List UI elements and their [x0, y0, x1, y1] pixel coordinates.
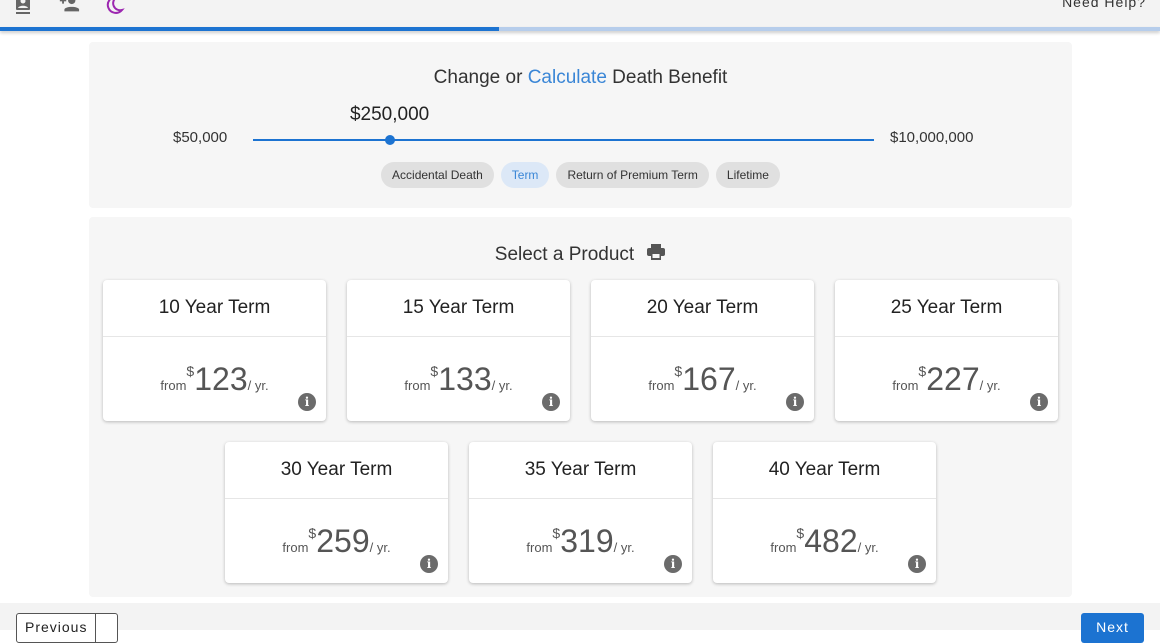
product-card[interactable]: 40 Year Term from $482/ yr. i	[713, 442, 936, 583]
title-prefix: Change or	[433, 67, 528, 88]
select-product-panel: Select a Product 10 Year Term from $123/ y…	[89, 217, 1072, 597]
product-row: 10 Year Term from $123/ yr. i 15 Year Term fr…	[89, 280, 1072, 421]
product-name: 40 Year Term	[713, 442, 936, 499]
progress-fill	[0, 27, 499, 31]
info-icon[interactable]: i	[542, 393, 560, 411]
product-price: from $482/ yr.	[713, 499, 936, 583]
slider-min-label: $50,000	[173, 129, 228, 146]
chip-accidental-death[interactable]: Accidental Death	[381, 162, 494, 188]
slider-value-label: $250,000	[349, 104, 430, 125]
price-amount: 133	[438, 361, 492, 397]
price-amount: 167	[682, 361, 736, 397]
product-price: from $167/ yr.	[591, 337, 814, 421]
from-label: from	[282, 540, 309, 555]
per-year-label: / yr.	[491, 378, 513, 393]
slider-thumb[interactable]	[384, 135, 395, 145]
from-label: from	[770, 540, 797, 555]
calculate-link[interactable]: Calculate	[528, 67, 607, 88]
info-icon[interactable]: i	[298, 393, 316, 411]
price-amount: 259	[316, 523, 370, 559]
product-name: 20 Year Term	[591, 280, 814, 337]
product-row: 30 Year Term from $259/ yr. i 35 Year Term fr…	[89, 442, 1072, 583]
product-grid: 10 Year Term from $123/ yr. i 15 Year Term fr…	[89, 280, 1072, 604]
product-price: from $227/ yr.	[835, 337, 1058, 421]
moon-icon[interactable]	[104, 0, 126, 16]
product-name: 35 Year Term	[469, 442, 692, 499]
currency-symbol: $	[918, 363, 927, 379]
per-year-label: / yr.	[247, 378, 269, 393]
product-price: from $133/ yr.	[347, 337, 570, 421]
select-product-title: Select a Product	[494, 244, 635, 265]
per-year-label: / yr.	[735, 378, 757, 393]
next-button[interactable]: Next	[1081, 613, 1144, 643]
product-price: from $123/ yr.	[103, 337, 326, 421]
product-price: from $259/ yr.	[225, 499, 448, 583]
price-amount: 123	[194, 361, 248, 397]
death-benefit-title: Change or Calculate Death Benefit	[89, 67, 1072, 89]
death-benefit-slider[interactable]	[253, 135, 874, 145]
from-label: from	[526, 540, 553, 555]
info-icon[interactable]: i	[420, 555, 438, 573]
previous-label: Previous	[25, 619, 88, 635]
per-year-label: / yr.	[369, 540, 391, 555]
currency-symbol: $	[308, 525, 317, 541]
top-bar: Need Help?	[0, 0, 1160, 27]
chip-return-of-premium-term[interactable]: Return of Premium Term	[556, 162, 709, 188]
currency-symbol: $	[796, 525, 805, 541]
product-name: 25 Year Term	[835, 280, 1058, 337]
chip-lifetime[interactable]: Lifetime	[715, 162, 780, 188]
per-year-label: / yr.	[979, 378, 1001, 393]
progress-bar	[0, 27, 1160, 31]
product-price: from $319/ yr.	[469, 499, 692, 583]
contact-card-icon[interactable]	[12, 0, 34, 16]
product-name: 15 Year Term	[347, 280, 570, 337]
print-icon[interactable]	[646, 243, 666, 267]
previous-dropdown[interactable]	[95, 614, 117, 642]
need-help-link[interactable]: Need Help?	[1062, 0, 1146, 10]
price-amount: 227	[926, 361, 980, 397]
previous-button[interactable]: Previous	[16, 613, 119, 643]
from-label: from	[160, 378, 187, 393]
currency-symbol: $	[186, 363, 195, 379]
from-label: from	[404, 378, 431, 393]
price-amount: 319	[560, 523, 614, 559]
product-name: 10 Year Term	[103, 280, 326, 337]
product-name: 30 Year Term	[225, 442, 448, 499]
per-year-label: / yr.	[613, 540, 635, 555]
info-icon[interactable]: i	[664, 555, 682, 573]
product-card[interactable]: 35 Year Term from $319/ yr. i	[469, 442, 692, 583]
currency-symbol: $	[552, 525, 561, 541]
death-benefit-panel: Change or Calculate Death Benefit $50,00…	[89, 42, 1072, 208]
info-icon[interactable]: i	[1030, 393, 1048, 411]
footer-bar: Previous Next	[0, 603, 1160, 643]
product-card[interactable]: 10 Year Term from $123/ yr. i	[103, 280, 326, 421]
currency-symbol: $	[430, 363, 439, 379]
currency-symbol: $	[674, 363, 683, 379]
per-year-label: / yr.	[857, 540, 879, 555]
info-icon[interactable]: i	[908, 555, 926, 573]
from-label: from	[648, 378, 675, 393]
title-suffix: Death Benefit	[606, 67, 728, 88]
from-label: from	[892, 378, 919, 393]
product-card[interactable]: 15 Year Term from $133/ yr. i	[347, 280, 570, 421]
slider-max-label: $10,000,000	[890, 129, 974, 146]
product-card[interactable]: 20 Year Term from $167/ yr. i	[591, 280, 814, 421]
info-icon[interactable]: i	[786, 393, 804, 411]
product-card[interactable]: 25 Year Term from $227/ yr. i	[835, 280, 1058, 421]
product-type-chips: Accidental Death Term Return of Premium Te…	[89, 162, 1072, 188]
product-card[interactable]: 30 Year Term from $259/ yr. i	[225, 442, 448, 583]
price-amount: 482	[804, 523, 858, 559]
add-user-icon[interactable]	[58, 0, 80, 16]
chip-term[interactable]: Term	[500, 162, 550, 188]
